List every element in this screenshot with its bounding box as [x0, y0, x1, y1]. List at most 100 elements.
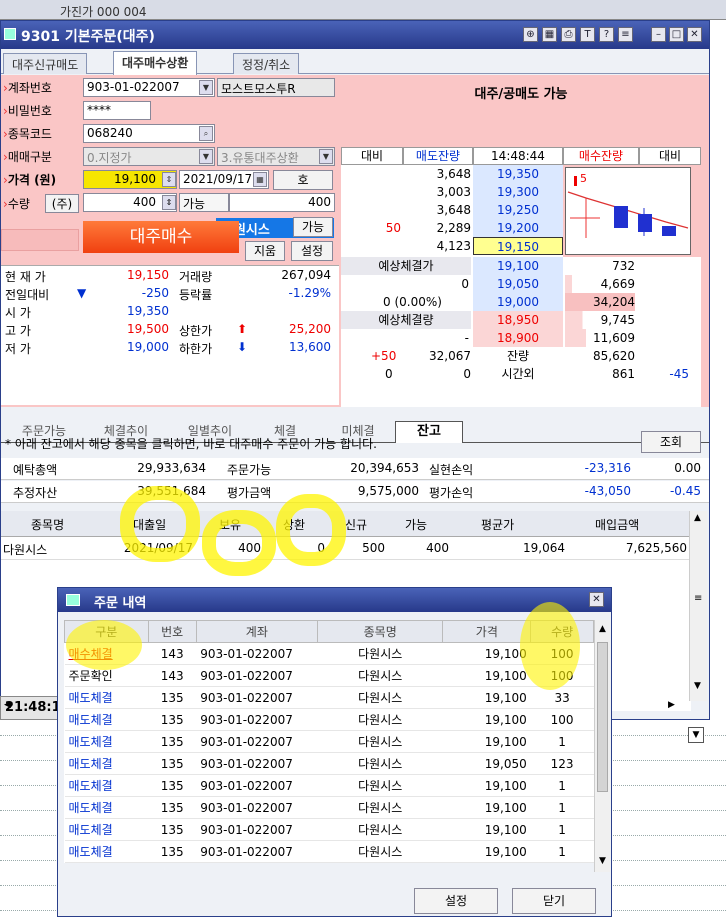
table-row[interactable]: 매도체결 135 903-01-022007 다원시스 19,100 1 [64, 730, 594, 753]
row-qty: 1 [530, 730, 594, 753]
ob-bid-rows: 예상체결가 0 0 (0.00%) 예상체결량 - 19,100 19,050 … [341, 257, 701, 407]
layout-icon[interactable]: ▦ [542, 27, 557, 42]
password-input[interactable]: **** [83, 101, 151, 120]
dialog-close-button[interactable]: 닫기 [512, 888, 596, 914]
ob-bid-price[interactable]: 19,100 [473, 257, 563, 275]
row-account: 903-01-022007 [196, 752, 318, 775]
scroll-left-icon[interactable]: ◀ [4, 700, 11, 710]
row-stock: 다원시스 [317, 642, 443, 665]
close-icon[interactable]: ✕ [687, 27, 702, 42]
help-icon[interactable]: ? [599, 27, 614, 42]
scroll-up-icon[interactable]: ▲ [694, 513, 701, 523]
dialog-title: 주문 내역 [94, 596, 147, 611]
window-title: 9301 기본주문(대주) [21, 29, 155, 45]
ob-ask-rows: 50 3,648 3,003 3,648 2,289 4,123 19,350 … [341, 165, 563, 257]
tab-short-buy-repay[interactable]: 대주매수상환 [113, 51, 198, 75]
row-account: 903-01-022007 [196, 774, 318, 797]
table-row[interactable]: 매도체결 135 903-01-022007 다원시스 19,100 33 [64, 686, 594, 709]
ob-bid-price[interactable]: 19,050 [473, 275, 563, 293]
tab-balance[interactable]: 잔고 [395, 421, 463, 443]
exp-qty-label: 예상체결량 [341, 311, 471, 329]
ob-ask-qty: 3,648 [436, 203, 471, 217]
ob-ask-price[interactable]: 19,350 [473, 165, 563, 183]
table-row[interactable]: 매도체결 135 903-01-022007 다원시스 19,100 1 [64, 774, 594, 797]
row-qty: 100 [530, 708, 594, 731]
scroll-down-icon[interactable]: ▼ [599, 856, 606, 866]
trade-type-select[interactable]: 0.지정가 ▼ [83, 147, 215, 166]
credit-type-select[interactable]: 3.유통대주상환 ▼ [217, 147, 335, 166]
scroll-down-icon[interactable]: ▼ [694, 681, 701, 691]
settings-button[interactable]: 설정 [291, 241, 333, 261]
text-icon[interactable]: T [580, 27, 595, 42]
ob-ask-price-current[interactable]: 19,150 [473, 237, 563, 255]
notice-text: * 아래 잔고에서 해당 종목을 클릭하면, 바로 대주매수 주문이 가능 합니… [5, 437, 377, 451]
row-account: 903-01-022007 [196, 796, 318, 819]
holdings-scrollbar[interactable]: ▲ ≡ ▼ [689, 511, 707, 701]
orderable-label: 주문가능 [227, 463, 272, 477]
row-qty: 123 [530, 752, 594, 775]
ob-bid-price[interactable]: 18,950 [473, 311, 563, 329]
qty-unit-button[interactable]: (주) [45, 194, 79, 213]
row-no: 135 [148, 840, 197, 863]
table-row[interactable]: 매도체결 135 903-01-022007 다원시스 19,100 1 [64, 796, 594, 819]
code-input[interactable]: 068240 ⌕ [83, 124, 215, 143]
minimize-icon[interactable]: – [651, 27, 666, 42]
row-type: 매도체결 [64, 686, 149, 709]
avail-button[interactable]: 가능 [293, 217, 333, 237]
table-row[interactable]: 매도체결 135 903-01-022007 다원시스 19,100 100 [64, 708, 594, 731]
tab-modify-cancel[interactable]: 정정/취소 [233, 53, 300, 74]
search-icon[interactable]: ⌕ [199, 126, 213, 141]
clear-button[interactable]: 지움 [245, 241, 285, 261]
ob-ask-price[interactable]: 19,200 [473, 219, 563, 237]
account-label: ›계좌번호 [3, 81, 52, 95]
exp-rate: 0 (0.00%) [383, 295, 442, 309]
holding-avg: 19,064 [523, 541, 565, 555]
qty-stepper-icon[interactable]: ⇕ [162, 195, 176, 210]
col-header: 신규 [345, 518, 368, 532]
app-icon [4, 28, 16, 40]
exp-qty: - [464, 331, 469, 345]
dialog-settings-button[interactable]: 설정 [414, 888, 498, 914]
scroll-thumb[interactable] [597, 642, 608, 792]
chevron-down-icon[interactable]: ▼ [688, 727, 704, 743]
qty-label: ›수량 [3, 197, 30, 211]
dialog-scrollbar[interactable]: ▲ ▼ [594, 620, 610, 872]
account-select[interactable]: 903-01-022007 ▼ [83, 78, 215, 97]
ob-ask-price[interactable]: 19,300 [473, 183, 563, 201]
message-box [1, 229, 79, 251]
row-stock: 다원시스 [317, 730, 443, 753]
scroll-right-icon[interactable]: ▶ [668, 700, 675, 710]
quote-button[interactable]: 호 [273, 170, 333, 190]
maximize-icon[interactable]: □ [669, 27, 684, 42]
table-row[interactable]: 매도체결 135 903-01-022007 다원시스 19,100 1 [64, 840, 594, 863]
upper-label: 상한가 [179, 324, 213, 338]
close-icon[interactable]: ✕ [589, 592, 604, 607]
calendar-icon[interactable]: ▦ [253, 172, 267, 187]
menu-icon[interactable]: ≡ [618, 27, 633, 42]
table-row[interactable]: 매수체결143903-01-022007다원시스19,100100 [64, 642, 594, 665]
chevron-down-icon: ▼ [199, 80, 213, 95]
total-label: 잔량 [506, 349, 530, 363]
scroll-grip-icon[interactable]: ≡ [694, 593, 702, 604]
query-button[interactable]: 조회 [641, 431, 701, 453]
price-stepper-icon[interactable]: ⇕ [162, 172, 176, 187]
ob-bid-price[interactable]: 19,000 [473, 293, 563, 311]
short-buy-button[interactable]: 대주매수 [83, 221, 239, 253]
table-row[interactable]: 매도체결 135 903-01-022007 다원시스 19,050 123 [64, 752, 594, 775]
date-input[interactable]: 2021/09/17 ▦ [179, 170, 269, 189]
print-icon[interactable]: ⎙ [561, 27, 576, 42]
pin-icon[interactable]: ⊕ [523, 27, 538, 42]
unreal-label: 평가손익 [429, 486, 474, 500]
highlight-mark [520, 602, 580, 690]
volume-value: 267,094 [281, 268, 331, 282]
table-row[interactable]: 주문확인143903-01-022007다원시스19,100100 [64, 664, 594, 687]
summary-row-2: 추정자산 39,551,684 평가금액 9,575,000 평가손익 -43,… [1, 481, 709, 503]
row-account: 903-01-022007 [196, 708, 318, 731]
table-row[interactable]: 다원시스 2021/09/17 400 0 500 400 19,064 7,6… [1, 538, 691, 560]
row-qty: 1 [530, 774, 594, 797]
ob-ask-price[interactable]: 19,250 [473, 201, 563, 219]
table-row[interactable]: 매도체결 135 903-01-022007 다원시스 19,100 1 [64, 818, 594, 841]
ob-bid-price[interactable]: 18,900 [473, 329, 563, 347]
scroll-up-icon[interactable]: ▲ [599, 624, 606, 634]
tab-new-short-sell[interactable]: 대주신규매도 [3, 53, 88, 74]
